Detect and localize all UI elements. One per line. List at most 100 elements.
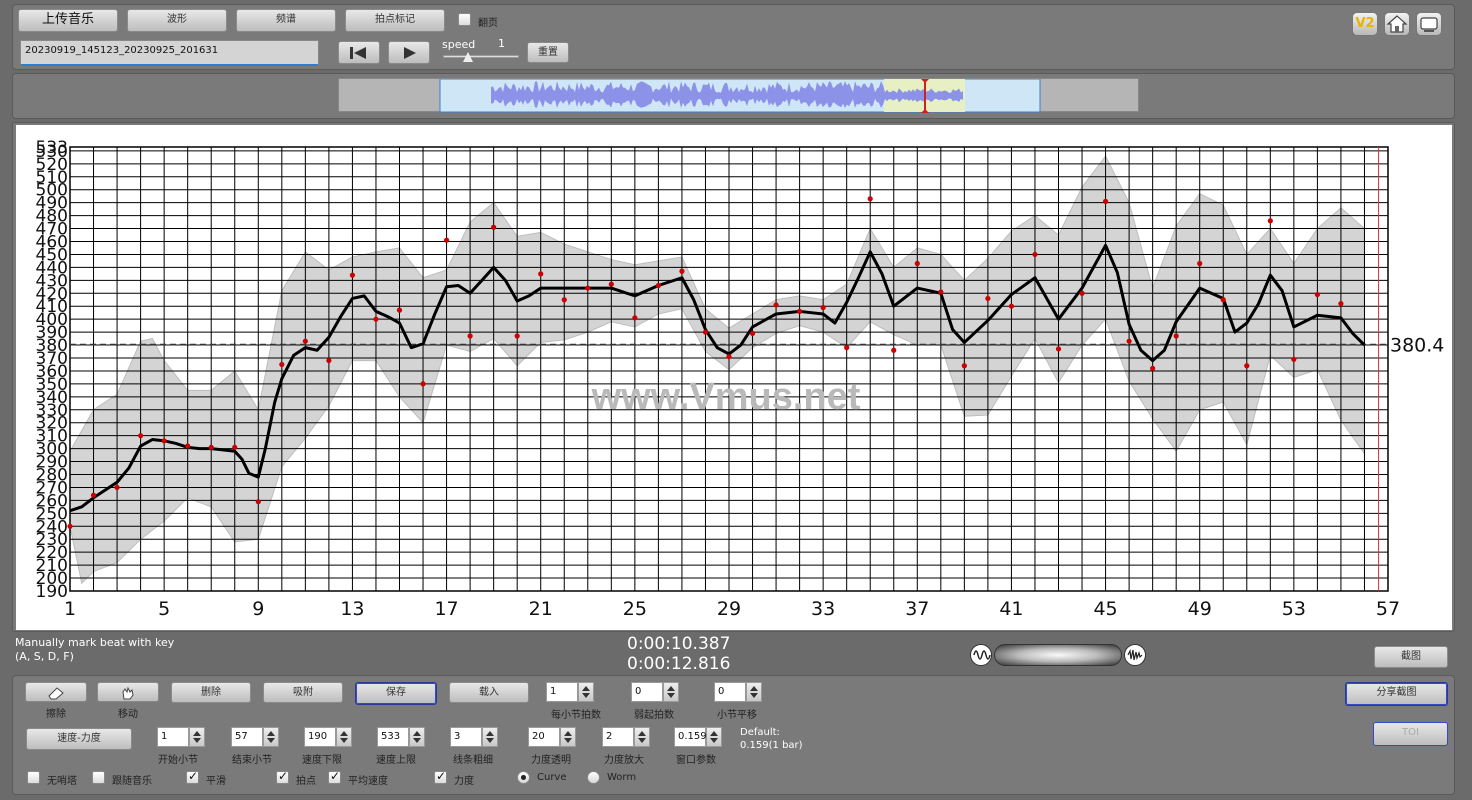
beat-point[interactable] (585, 285, 591, 291)
beat-point[interactable] (726, 354, 732, 360)
beat-points-checkbox[interactable] (276, 769, 289, 784)
beat-point[interactable] (914, 260, 920, 267)
tempo-dynamics-button[interactable]: 速度-力度 (26, 728, 132, 750)
beat-point[interactable] (396, 307, 403, 313)
beat-point[interactable] (491, 224, 497, 230)
scrub-bar[interactable] (994, 644, 1122, 666)
beat-point[interactable] (467, 333, 473, 339)
worm-radio[interactable] (587, 771, 600, 784)
load-button[interactable]: 载入 (449, 682, 529, 703)
beat-point[interactable] (867, 196, 873, 202)
beat-point[interactable] (90, 492, 97, 498)
beat-point[interactable] (1032, 251, 1038, 258)
beat-point[interactable] (302, 338, 308, 344)
beat-point[interactable] (326, 357, 332, 364)
tempo-chart[interactable]: www.Vmus.net 190200210220230240250260270… (16, 125, 1452, 630)
beat-point[interactable] (1055, 346, 1062, 352)
reset-button[interactable]: 重置 (527, 42, 569, 63)
delete-button[interactable]: 删除 (171, 682, 251, 703)
beat-point[interactable] (1150, 365, 1156, 371)
waveform-overview[interactable] (338, 78, 1139, 113)
page-flip-checkbox[interactable] (458, 13, 471, 26)
spectrum-button[interactable]: 频谱 (236, 9, 336, 32)
beat-point[interactable] (655, 282, 661, 289)
bar-shift-label: 小节平移 (717, 710, 757, 721)
watermark: www.Vmus.net (591, 376, 861, 418)
beat-mark-button[interactable]: 拍点标记 (345, 9, 445, 32)
total-time: 0:00:12.816 (627, 654, 731, 674)
waveform-button[interactable]: 波形 (127, 9, 227, 32)
beat-point[interactable] (185, 443, 191, 449)
x-tick-label: 1 (64, 598, 76, 620)
window-param-label: 窗口参数 (676, 755, 716, 766)
beat-point[interactable] (985, 295, 991, 302)
beat-point[interactable] (749, 330, 756, 337)
beat-point[interactable] (1314, 291, 1320, 298)
beat-point[interactable] (1079, 290, 1085, 296)
beat-point[interactable] (1220, 297, 1226, 303)
beat-point[interactable] (1244, 363, 1250, 369)
beat-point[interactable] (961, 363, 967, 369)
home-button[interactable] (1384, 12, 1410, 36)
toi-button[interactable]: TOI (1373, 722, 1448, 746)
snap-button[interactable]: 吸附 (263, 682, 343, 703)
beat-point[interactable] (349, 272, 356, 278)
beat-point[interactable] (255, 499, 261, 505)
beat-point[interactable] (232, 444, 238, 450)
beat-point[interactable] (797, 308, 803, 314)
beat-point[interactable] (679, 268, 685, 274)
beat-point[interactable] (1338, 301, 1344, 307)
beat-point[interactable] (67, 523, 73, 529)
beat-point[interactable] (820, 304, 826, 311)
beat-point[interactable] (373, 316, 379, 322)
speed-slider-thumb[interactable] (463, 52, 473, 62)
beat-point[interactable] (1291, 356, 1297, 362)
audio-scrub-control[interactable] (968, 641, 1146, 669)
beat-point[interactable] (514, 333, 520, 339)
beat-point[interactable] (608, 281, 614, 287)
beat-point[interactable] (632, 315, 638, 321)
smooth-checkbox[interactable] (186, 769, 199, 784)
dynamics-checkbox[interactable] (434, 769, 447, 784)
beat-point[interactable] (1126, 338, 1132, 344)
beat-point[interactable] (773, 302, 779, 308)
v2-badge[interactable]: V2 (1352, 12, 1378, 36)
waveform-graphic (439, 79, 1041, 113)
beat-point[interactable] (844, 345, 850, 351)
beat-point[interactable] (279, 361, 285, 368)
avg-tempo-checkbox[interactable] (328, 769, 341, 784)
beat-point[interactable] (702, 329, 709, 335)
share-screenshot-button[interactable]: 分享截图 (1345, 682, 1448, 706)
beat-point[interactable] (938, 289, 944, 295)
beat-point[interactable] (538, 271, 544, 277)
beat-point[interactable] (114, 484, 120, 491)
beat-point[interactable] (1102, 198, 1109, 204)
default-line-2: 0.159(1 bar) (740, 740, 803, 751)
upload-music-button[interactable]: 上传音乐 (18, 9, 118, 32)
beat-point[interactable] (1197, 260, 1203, 267)
beat-point[interactable] (420, 381, 426, 387)
curve-radio[interactable] (517, 771, 530, 784)
filename-field[interactable]: 20230919_145123_20230925_201631 (20, 40, 319, 66)
save-button[interactable]: 保存 (355, 682, 437, 705)
no-metronome-checkbox[interactable] (27, 771, 40, 784)
beat-point[interactable] (561, 297, 567, 303)
beat-point[interactable] (1008, 303, 1015, 309)
beat-point[interactable] (1267, 218, 1273, 224)
erase-button[interactable] (25, 682, 87, 702)
beat-point[interactable] (208, 444, 214, 450)
beat-point[interactable] (138, 433, 144, 439)
beat-point[interactable] (443, 237, 450, 243)
screenshot-button[interactable]: 截图 (1374, 646, 1448, 668)
move-button[interactable] (97, 682, 159, 702)
y-tick-label: 533 (36, 138, 68, 158)
speed-slider-track[interactable] (443, 55, 519, 58)
skip-to-start-button[interactable] (338, 41, 380, 64)
play-button[interactable] (388, 41, 430, 64)
beat-point[interactable] (161, 438, 167, 444)
tempo-min-label: 速度下限 (302, 755, 342, 766)
beat-point[interactable] (1173, 333, 1179, 339)
beat-point[interactable] (891, 347, 897, 353)
fullscreen-button[interactable] (1416, 12, 1442, 36)
follow-music-checkbox[interactable] (92, 771, 105, 784)
